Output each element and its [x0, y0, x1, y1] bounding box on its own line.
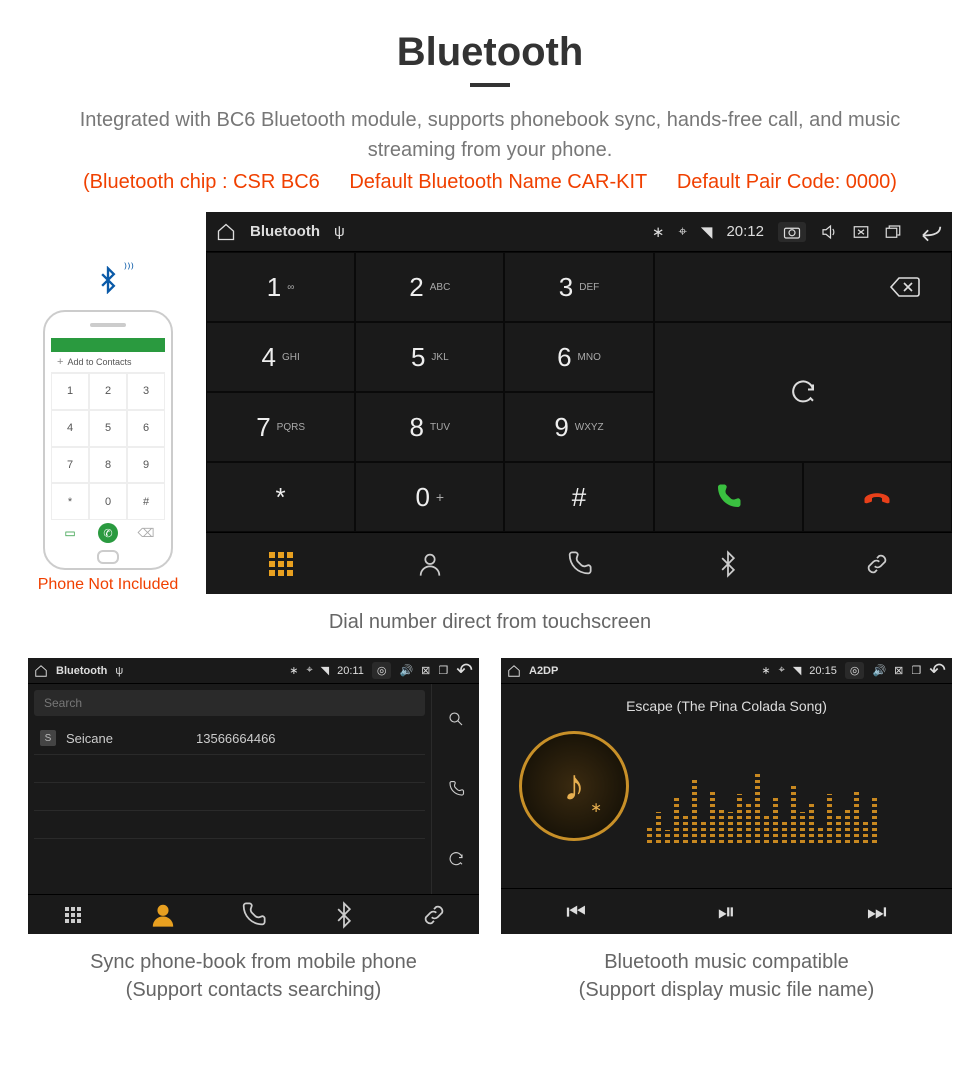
album-art-icon: ♪ ∗ [519, 731, 629, 841]
tab-recent[interactable] [208, 895, 298, 934]
camera-icon[interactable]: ◎ [372, 662, 392, 679]
phone-add-contact: Add to Contacts [51, 352, 165, 373]
key-1[interactable]: 1∞ [206, 252, 355, 322]
tab-bluetooth[interactable] [654, 533, 803, 594]
close-icon[interactable]: ⊠ [421, 664, 430, 677]
tab-contacts[interactable] [355, 533, 504, 594]
phone-keypad: 123 456 789 *0# [51, 373, 165, 520]
bluetooth-icon: ∗ [590, 799, 602, 816]
call-button[interactable] [654, 462, 803, 532]
music-statusbar: A2DP ∗⌖◥ 20:15 ◎ 🔊 ⊠ ❐ ↶ [501, 658, 952, 684]
equalizer-icon [647, 753, 934, 843]
volume-icon[interactable]: 🔊 [399, 664, 413, 677]
key-2[interactable]: 2ABC [355, 252, 504, 322]
prev-button[interactable]: ⏮ [501, 889, 651, 934]
track-title: Escape (The Pina Colada Song) [501, 698, 952, 714]
tech-name: Default Bluetooth Name CAR-KIT [349, 171, 647, 193]
tab-pair[interactable] [803, 533, 952, 594]
contacts-caption: Sync phone-book from mobile phone (Suppo… [28, 948, 479, 1004]
key-9[interactable]: 9WXYZ [504, 392, 653, 462]
title-underline [470, 83, 510, 87]
dialer-unit: Bluetooth ψ ∗ ⌖ ◥ 20:12 1∞ 2ABC 3DEF [206, 212, 952, 594]
search-input[interactable]: Search [34, 690, 425, 716]
phone-mockup: Add to Contacts 123 456 789 *0# ▭ ✆ ⌫ [43, 310, 173, 570]
usb-icon: ψ [334, 223, 345, 240]
statusbar-title: Bluetooth [250, 223, 320, 240]
key-4[interactable]: 4GHI [206, 322, 355, 392]
hangup-button[interactable] [803, 462, 952, 532]
page-description: Integrated with BC6 Bluetooth module, su… [0, 105, 980, 165]
tech-code: Default Pair Code: 0000) [677, 171, 897, 193]
back-icon[interactable]: ↶ [929, 658, 946, 683]
close-icon[interactable] [852, 223, 870, 241]
play-pause-button[interactable]: ⏯ [651, 889, 801, 934]
key-6[interactable]: 6MNO [504, 322, 653, 392]
call-button[interactable] [432, 754, 479, 824]
back-icon[interactable] [916, 222, 942, 242]
tab-pair[interactable] [389, 895, 479, 934]
volume-icon[interactable] [820, 223, 838, 241]
contacts-statusbar: Bluetooth ψ ∗⌖◥ 20:11 ◎ 🔊 ⊠ ❐ ↶ [28, 658, 479, 684]
next-button[interactable]: ⏭ [802, 889, 952, 934]
dialer-tabbar [206, 532, 952, 594]
recent-icon[interactable]: ❐ [911, 664, 921, 677]
wifi-icon: ◥ [701, 223, 713, 241]
dialer-caption: Dial number direct from touchscreen [0, 608, 980, 636]
clock: 20:12 [726, 223, 764, 240]
recent-icon[interactable] [884, 223, 902, 241]
tech-info: (Bluetooth chip : CSR BC6 Default Blueto… [0, 171, 980, 194]
key-star[interactable]: * [206, 462, 355, 532]
tech-chip: (Bluetooth chip : CSR BC6 [83, 171, 320, 193]
camera-icon[interactable]: ◎ [845, 662, 865, 679]
tab-recent[interactable] [504, 533, 653, 594]
close-icon[interactable]: ⊠ [894, 664, 903, 677]
dialer-statusbar: Bluetooth ψ ∗ ⌖ ◥ 20:12 [206, 212, 952, 252]
key-3[interactable]: 3DEF [504, 252, 653, 322]
sync-button[interactable] [432, 824, 479, 894]
dialpad: 1∞ 2ABC 3DEF 4GHI 5JKL 6MNO 7PQRS 8TUV 9… [206, 252, 952, 532]
contacts-tabbar [28, 894, 479, 934]
phone-note: Phone Not Included [28, 576, 188, 594]
recent-icon[interactable]: ❐ [438, 664, 448, 677]
key-5[interactable]: 5JKL [355, 322, 504, 392]
home-icon[interactable] [34, 664, 48, 678]
key-7[interactable]: 7PQRS [206, 392, 355, 462]
contacts-unit: Bluetooth ψ ∗⌖◥ 20:11 ◎ 🔊 ⊠ ❐ ↶ Search S [28, 658, 479, 934]
usb-icon: ψ [115, 665, 123, 677]
tab-bluetooth[interactable] [299, 895, 389, 934]
contact-row[interactable]: S Seicane 13566664466 [34, 722, 425, 755]
page-title: Bluetooth [0, 30, 980, 75]
search-button[interactable] [432, 684, 479, 754]
tab-contacts[interactable] [118, 895, 208, 934]
gps-icon: ⌖ [678, 223, 686, 240]
home-icon[interactable] [507, 664, 521, 678]
home-icon[interactable] [216, 222, 236, 242]
back-icon[interactable]: ↶ [456, 658, 473, 683]
redial-button[interactable] [654, 322, 952, 462]
tab-keypad[interactable] [28, 895, 118, 934]
camera-icon[interactable] [778, 222, 806, 242]
volume-icon[interactable]: 🔊 [872, 664, 886, 677]
bluetooth-icon: ⁾⁾⁾ [88, 266, 128, 306]
key-0[interactable]: 0+ [355, 462, 504, 532]
backspace-button[interactable] [654, 252, 952, 322]
bt-status-icon: ∗ [652, 223, 665, 241]
key-hash[interactable]: # [504, 462, 653, 532]
music-unit: A2DP ∗⌖◥ 20:15 ◎ 🔊 ⊠ ❐ ↶ Escape (The Pin… [501, 658, 952, 934]
music-caption: Bluetooth music compatible (Support disp… [501, 948, 952, 1004]
music-controls: ⏮ ⏯ ⏭ [501, 888, 952, 934]
key-8[interactable]: 8TUV [355, 392, 504, 462]
tab-keypad[interactable] [206, 533, 355, 594]
